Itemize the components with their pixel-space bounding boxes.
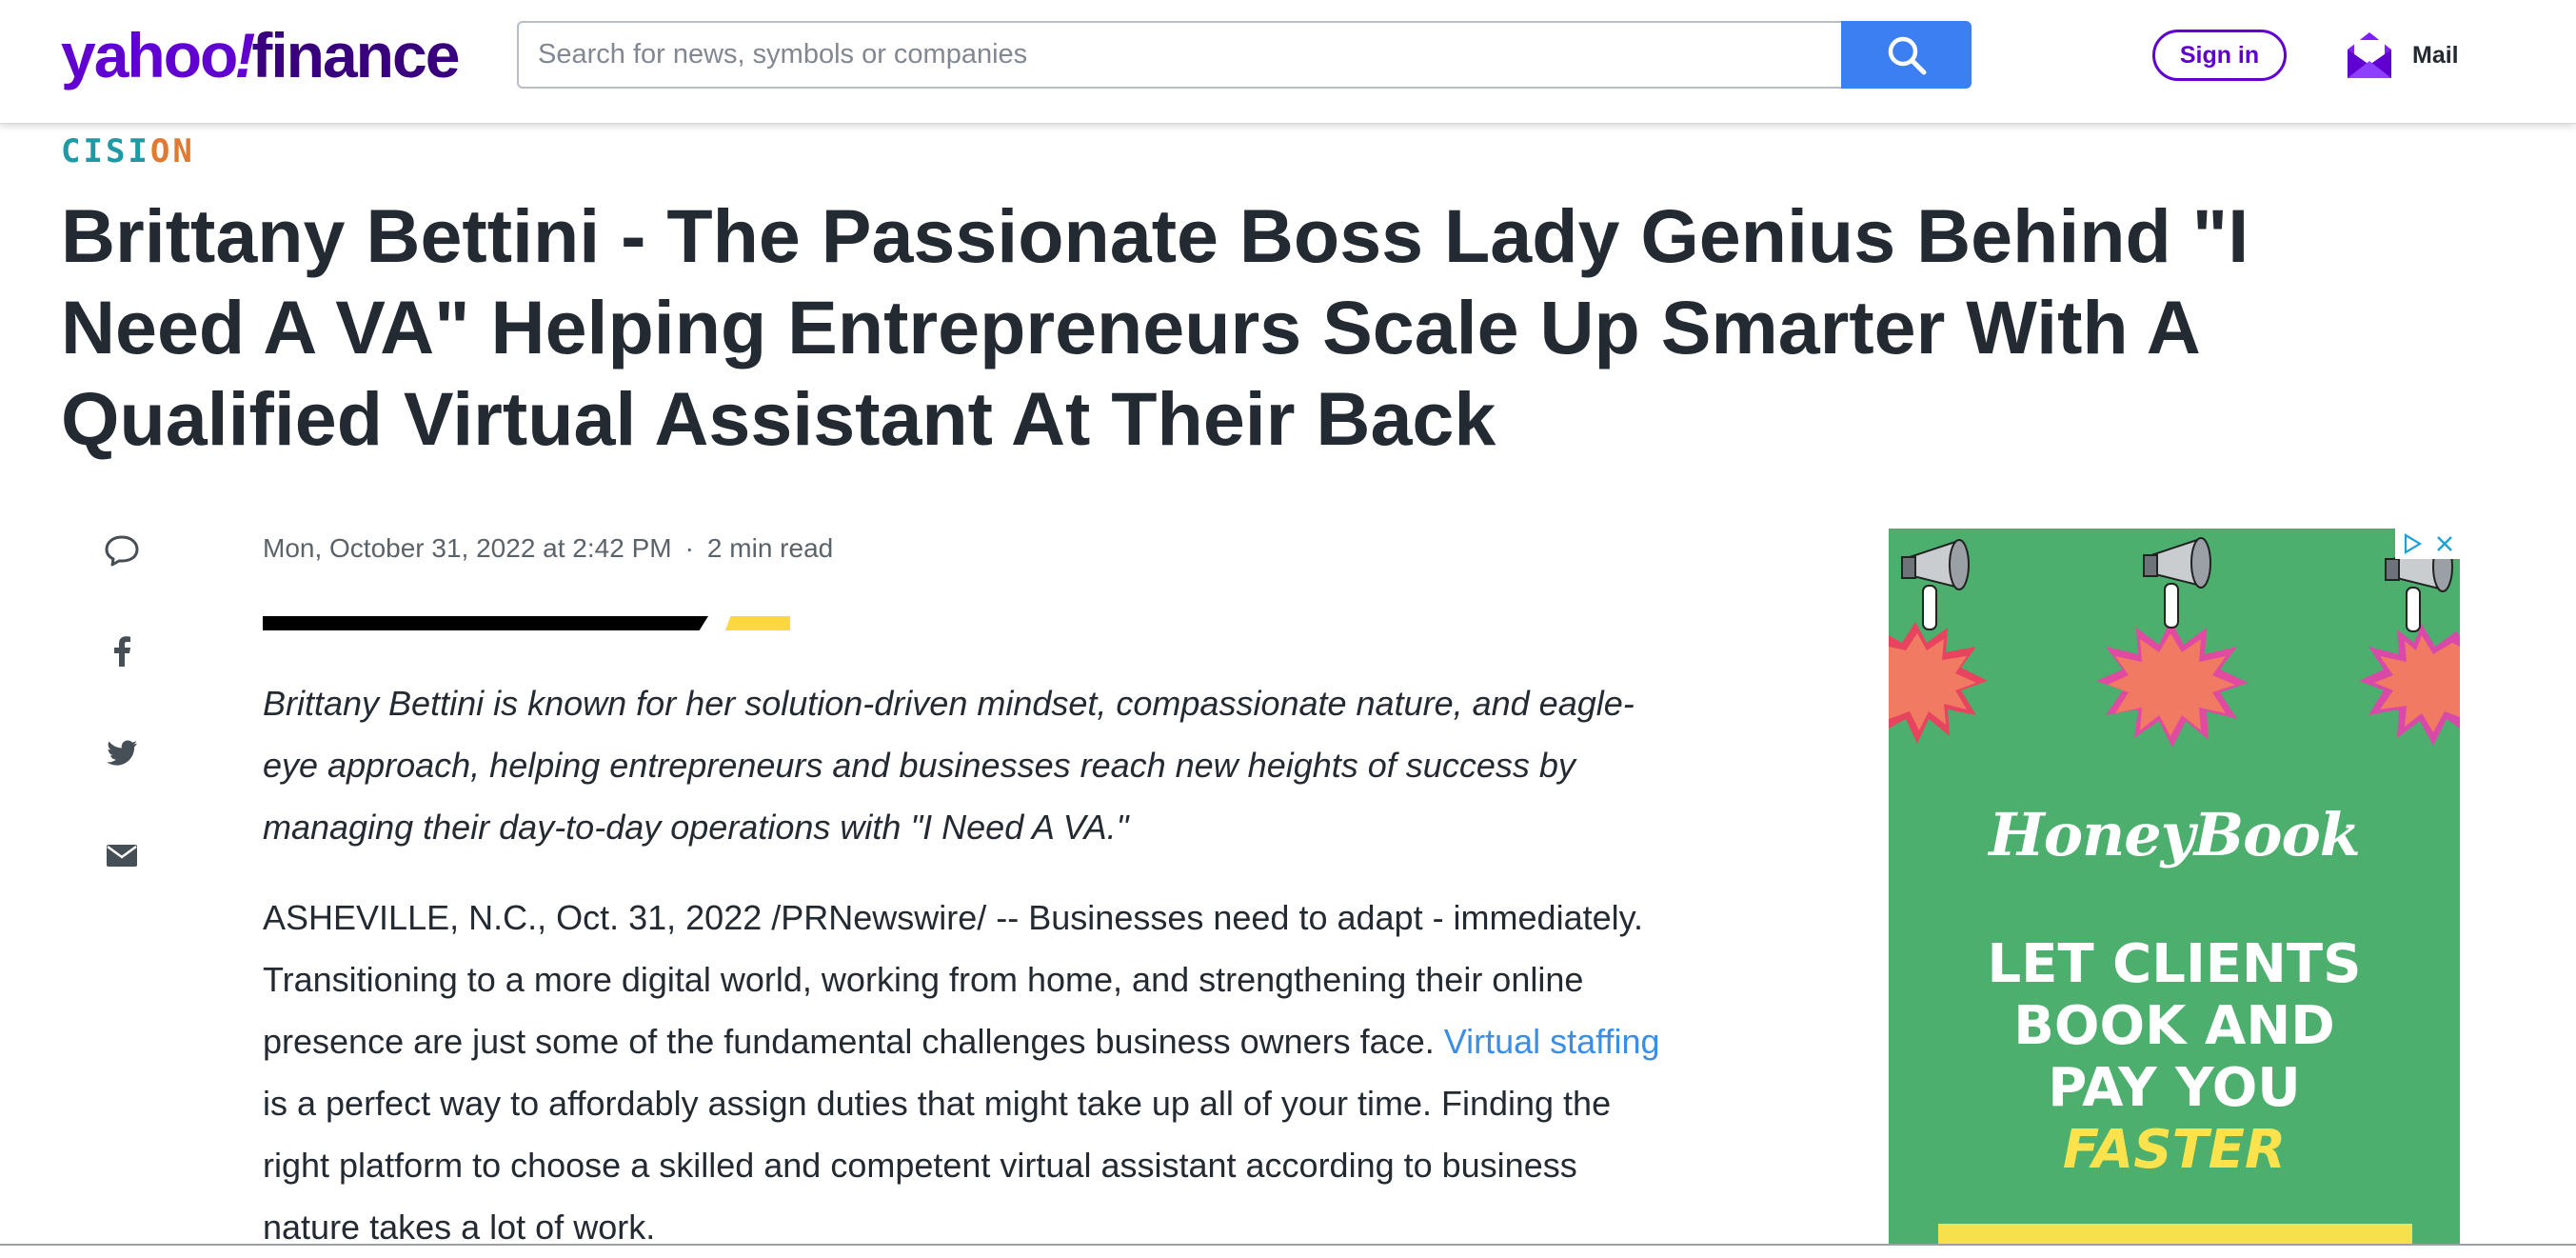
mail-link[interactable]: Mail [2346, 27, 2459, 84]
article-byline: Mon, October 31, 2022 at 2:42 PM · 2 min r… [263, 533, 833, 564]
adchoices-icon [2404, 533, 2422, 554]
ad-cta-button[interactable] [1938, 1224, 2412, 1246]
mail-envelope-icon [2348, 32, 2391, 78]
provider-logo-cision[interactable]: CISION [61, 133, 195, 170]
body-text-before-link: ASHEVILLE, N.C., Oct. 31, 2022 /PRNewswi… [263, 898, 1643, 1061]
yahoo-finance-logo[interactable]: yahoo!finance [61, 17, 460, 93]
ad-headline-line-3: PAY YOU [2048, 1057, 2301, 1119]
byline-divider-black [263, 616, 708, 630]
facebook-share-button[interactable] [95, 625, 149, 678]
email-icon [107, 845, 137, 867]
search-input[interactable] [517, 21, 1842, 89]
ad-headline: LET CLIENTS BOOK AND PAY YOU FASTER [1889, 933, 2460, 1181]
sign-in-button[interactable]: Sign in [2152, 30, 2287, 81]
provider-logo-text-a: CISI [61, 132, 150, 170]
article-summary: Brittany Bettini is known for her soluti… [263, 684, 1635, 847]
comment-button[interactable] [95, 524, 149, 577]
email-share-button[interactable] [95, 829, 149, 882]
ad-choices[interactable] [2395, 529, 2460, 559]
site-header: yahoo!finance Sign in Mail [0, 0, 2576, 124]
ad-headline-line-2: BOOK AND [2013, 995, 2335, 1057]
body-text-after-link: is a perfect way to affordably assign du… [263, 1084, 1612, 1247]
mail-label: Mail [2412, 41, 2459, 69]
comment-icon [105, 535, 139, 567]
ad-headline-line-1: LET CLIENTS [1987, 933, 2362, 995]
twitter-icon [107, 740, 137, 766]
virtual-staffing-link[interactable]: Virtual staffing [1444, 1022, 1660, 1061]
article-body-paragraph: ASHEVILLE, N.C., Oct. 31, 2022 /PRNewswi… [263, 887, 1681, 1258]
twitter-share-button[interactable] [95, 727, 149, 780]
search-icon [1888, 36, 1926, 74]
close-icon[interactable] [2434, 533, 2455, 554]
read-time: 2 min read [706, 533, 834, 563]
byline-separator: · [684, 533, 694, 563]
publish-date: Mon, October 31, 2022 at 2:42 PM [263, 533, 672, 563]
article-headline: Brittany Bettini - The Passionate Boss L… [61, 193, 2249, 461]
provider-logo-text-b: ON [149, 132, 195, 170]
honeybook-advertisement[interactable]: HoneyBook LET CLIENTS BOOK AND PAY YOU F… [1889, 529, 2460, 1246]
megaphone-illustration [1889, 537, 2460, 748]
byline-divider-yellow [725, 616, 790, 630]
ad-brand-logo: HoneyBook [1989, 800, 2361, 869]
search-button[interactable] [1841, 21, 1972, 89]
logo-finance-text: finance [251, 20, 460, 90]
logo-yahoo-text: yahoo [61, 20, 238, 90]
facebook-icon [114, 636, 130, 667]
ad-headline-emphasis: FASTER [2062, 1119, 2287, 1181]
